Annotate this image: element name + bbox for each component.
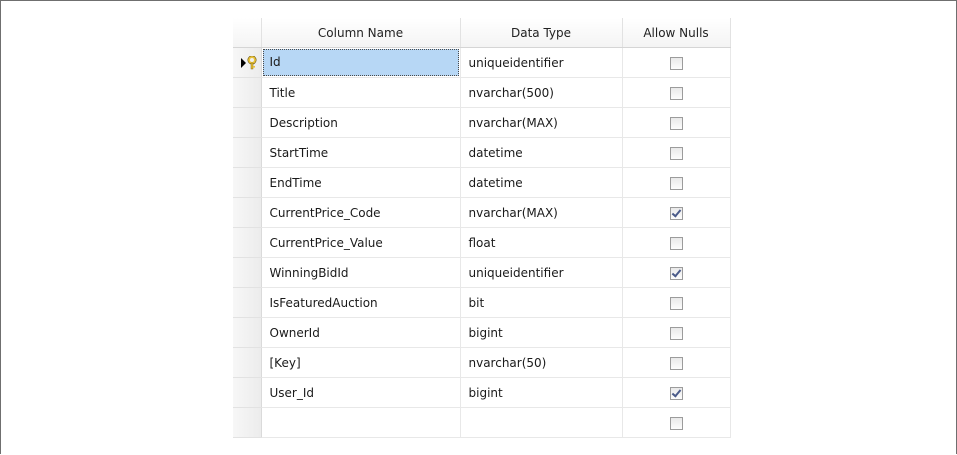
checkmark-icon xyxy=(671,386,681,398)
table-row[interactable]: EndTime datetime xyxy=(233,167,731,198)
allow-nulls-cell xyxy=(622,407,731,438)
allow-nulls-cell xyxy=(622,77,731,108)
table-row[interactable] xyxy=(233,407,731,438)
column-name-cell[interactable]: StartTime xyxy=(261,137,461,168)
table-row[interactable]: Id uniqueidentifier xyxy=(233,47,731,78)
allow-nulls-cell xyxy=(622,227,731,258)
row-selector[interactable] xyxy=(233,77,262,108)
allow-nulls-cell xyxy=(622,47,731,78)
table-row[interactable]: CurrentPrice_Value float xyxy=(233,227,731,258)
column-name-cell[interactable]: Id xyxy=(261,47,461,78)
allow-nulls-cell xyxy=(622,257,731,288)
row-selector[interactable] xyxy=(233,167,262,198)
table-row[interactable]: IsFeaturedAuction bit xyxy=(233,287,731,318)
data-type-cell[interactable]: nvarchar(500) xyxy=(460,77,623,108)
column-name-cell[interactable]: IsFeaturedAuction xyxy=(261,287,461,318)
row-selector[interactable] xyxy=(233,407,262,438)
data-type-cell[interactable] xyxy=(460,407,623,438)
row-selector[interactable] xyxy=(233,287,262,318)
data-type-cell[interactable]: bigint xyxy=(460,377,623,408)
data-type-cell[interactable]: uniqueidentifier xyxy=(460,257,623,288)
column-definitions-table: Column Name Data Type Allow Nulls Id uniq… xyxy=(233,18,731,438)
table-row[interactable]: Title nvarchar(500) xyxy=(233,77,731,108)
allow-nulls-checkbox-checked[interactable] xyxy=(669,266,683,280)
table-row[interactable]: User_Id bigint xyxy=(233,377,731,408)
allow-nulls-header[interactable]: Allow Nulls xyxy=(622,18,731,48)
data-type-cell[interactable]: uniqueidentifier xyxy=(460,47,623,78)
data-type-cell[interactable]: float xyxy=(460,227,623,258)
allow-nulls-checkbox[interactable] xyxy=(669,416,683,430)
column-name-cell[interactable]: OwnerId xyxy=(261,317,461,348)
primary-key-icon xyxy=(247,56,257,70)
row-selector[interactable] xyxy=(233,347,262,378)
column-name-cell[interactable]: User_Id xyxy=(261,377,461,408)
row-selector[interactable] xyxy=(233,137,262,168)
allow-nulls-cell xyxy=(622,287,731,318)
table-row[interactable]: OwnerId bigint xyxy=(233,317,731,348)
table-designer-grid: Column Name Data Type Allow Nulls Id uniq… xyxy=(233,18,731,438)
row-selector[interactable] xyxy=(233,317,262,348)
row-selector[interactable] xyxy=(233,107,262,138)
checkmark-icon xyxy=(671,266,681,278)
column-name-cell[interactable]: [Key] xyxy=(261,347,461,378)
data-type-cell[interactable]: datetime xyxy=(460,137,623,168)
table-row[interactable]: Description nvarchar(MAX) xyxy=(233,107,731,138)
table-row[interactable]: [Key] nvarchar(50) xyxy=(233,347,731,378)
data-type-cell[interactable]: datetime xyxy=(460,167,623,198)
allow-nulls-checkbox-checked[interactable] xyxy=(669,206,683,220)
allow-nulls-cell xyxy=(622,347,731,378)
column-name-cell[interactable] xyxy=(261,407,461,438)
allow-nulls-checkbox[interactable] xyxy=(669,326,683,340)
column-rows: Id uniqueidentifier Title nvarchar(500) Desc… xyxy=(233,47,731,438)
table-row[interactable]: CurrentPrice_Code nvarchar(MAX) xyxy=(233,197,731,228)
allow-nulls-cell xyxy=(622,137,731,168)
data-type-cell[interactable]: nvarchar(50) xyxy=(460,347,623,378)
allow-nulls-checkbox[interactable] xyxy=(669,146,683,160)
column-name-cell[interactable]: EndTime xyxy=(261,167,461,198)
data-type-cell[interactable]: bit xyxy=(460,287,623,318)
allow-nulls-checkbox[interactable] xyxy=(669,56,683,70)
header-row: Column Name Data Type Allow Nulls xyxy=(233,18,731,48)
table-row[interactable]: WinningBidId uniqueidentifier xyxy=(233,257,731,288)
row-selector[interactable] xyxy=(233,257,262,288)
table-row[interactable]: StartTime datetime xyxy=(233,137,731,168)
allow-nulls-checkbox[interactable] xyxy=(669,86,683,100)
row-marker-icons xyxy=(241,56,257,70)
allow-nulls-cell xyxy=(622,197,731,228)
row-selector[interactable] xyxy=(233,197,262,228)
allow-nulls-checkbox-checked[interactable] xyxy=(669,386,683,400)
data-type-cell[interactable]: nvarchar(MAX) xyxy=(460,107,623,138)
checkmark-icon xyxy=(671,206,681,218)
allow-nulls-cell xyxy=(622,317,731,348)
data-type-cell[interactable]: bigint xyxy=(460,317,623,348)
column-name-cell[interactable]: Description xyxy=(261,107,461,138)
data-type-header[interactable]: Data Type xyxy=(460,18,623,48)
row-selector[interactable] xyxy=(233,377,262,408)
row-selector[interactable] xyxy=(233,227,262,258)
column-name-header[interactable]: Column Name xyxy=(261,18,461,48)
allow-nulls-checkbox[interactable] xyxy=(669,296,683,310)
allow-nulls-checkbox[interactable] xyxy=(669,176,683,190)
current-row-arrow-icon xyxy=(241,58,246,68)
column-name-cell[interactable]: CurrentPrice_Code xyxy=(261,197,461,228)
row-selector[interactable] xyxy=(233,47,262,78)
allow-nulls-checkbox[interactable] xyxy=(669,236,683,250)
allow-nulls-cell xyxy=(622,167,731,198)
data-type-cell[interactable]: nvarchar(MAX) xyxy=(460,197,623,228)
allow-nulls-cell xyxy=(622,107,731,138)
column-name-cell[interactable]: WinningBidId xyxy=(261,257,461,288)
allow-nulls-cell xyxy=(622,377,731,408)
column-name-cell[interactable]: CurrentPrice_Value xyxy=(261,227,461,258)
column-name-editor[interactable]: Id xyxy=(262,49,459,76)
allow-nulls-checkbox[interactable] xyxy=(669,356,683,370)
allow-nulls-checkbox[interactable] xyxy=(669,116,683,130)
row-selector-header[interactable] xyxy=(233,18,262,48)
column-name-cell[interactable]: Title xyxy=(261,77,461,108)
